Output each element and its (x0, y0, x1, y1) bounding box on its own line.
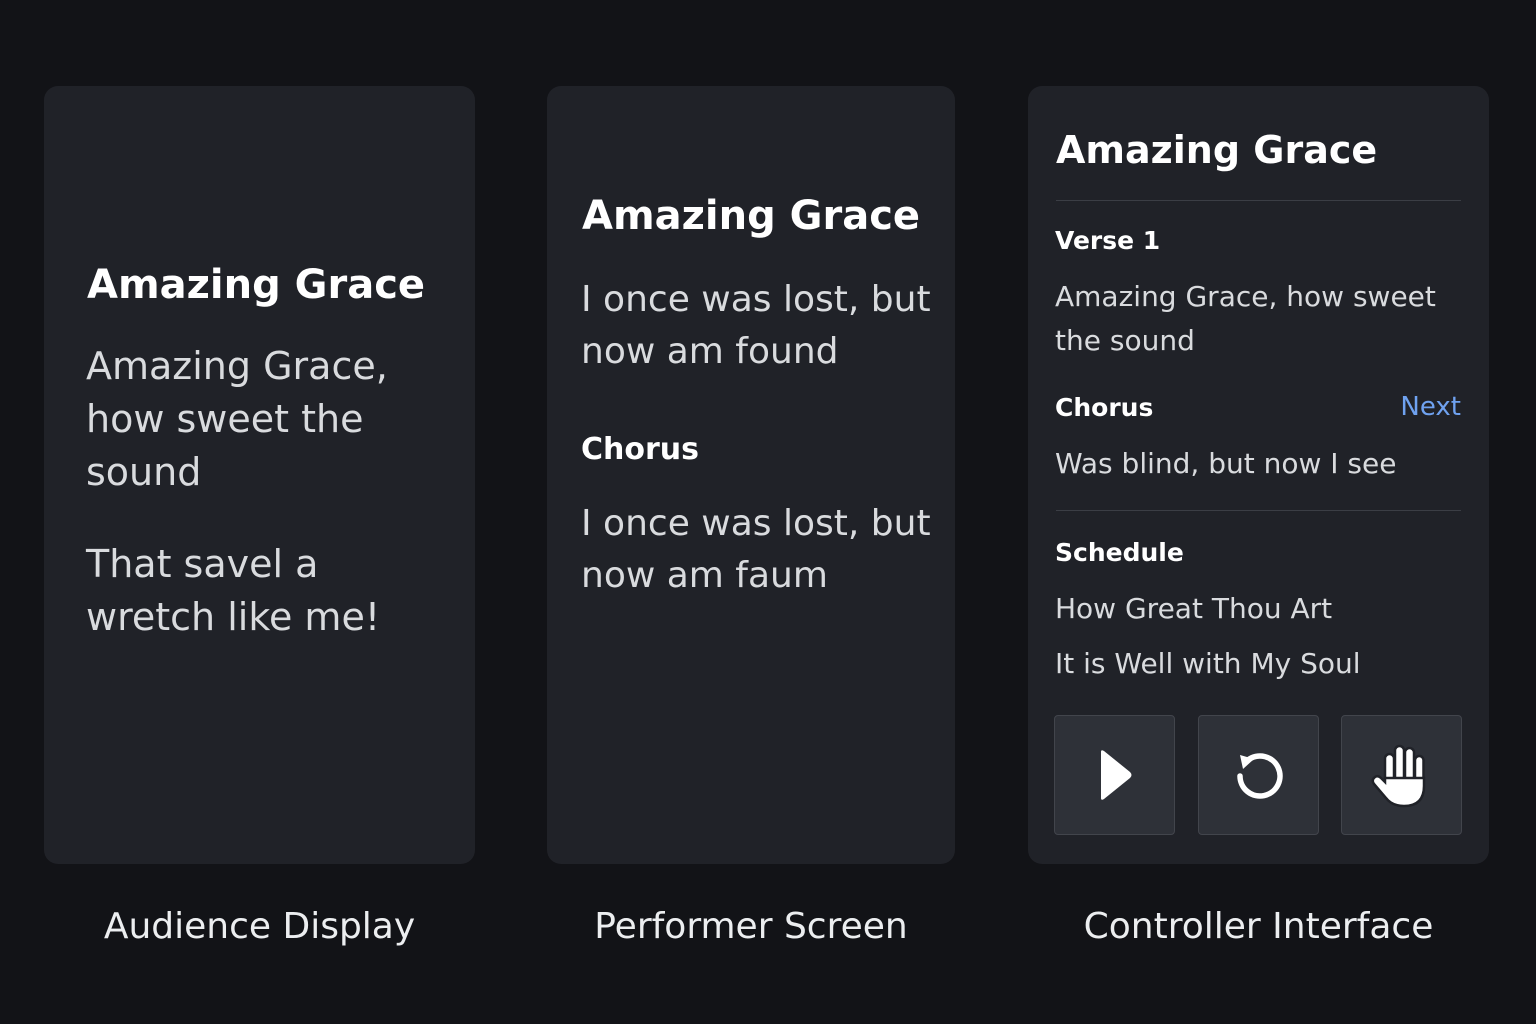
audience-lyric-line: That savel a wretch like me! (86, 542, 381, 639)
performer-screen-panel: Amazing Grace I once was lost, but now a… (547, 86, 955, 864)
chorus-label: Chorus (1055, 393, 1154, 422)
performer-song-title: Amazing Grace (582, 193, 921, 239)
controller-song-title: Amazing Grace (1056, 128, 1378, 172)
play-icon (1100, 750, 1131, 800)
divider (1056, 200, 1461, 201)
audience-lyric-line: Amazing Grace, how sweet the sound (86, 344, 388, 494)
audience-display-panel: Amazing Grace Amazing Grace, how sweet t… (44, 86, 475, 864)
performer-section-label: Chorus (581, 432, 699, 467)
performer-screen-caption: Performer Screen (594, 906, 908, 947)
hand-stop-icon (1370, 744, 1425, 808)
schedule-label: Schedule (1055, 538, 1184, 567)
performer-lyric-line: I once was lost, but now am faum (581, 503, 931, 596)
performer-lyric-line: I once was lost, but now am found (581, 279, 931, 372)
audience-song-title: Amazing Grace (87, 262, 426, 308)
verse-lyric[interactable]: Amazing Grace, how sweet the sound (1055, 275, 1465, 363)
audience-display-caption: Audience Display (103, 906, 416, 947)
stop-hand-button[interactable] (1341, 715, 1462, 835)
schedule-item[interactable]: It is Well with My Soul (1055, 642, 1465, 686)
restart-icon (1236, 753, 1283, 799)
controller-interface-panel: Amazing Grace Verse 1 Amazing Grace, how… (1028, 86, 1489, 864)
restart-button[interactable] (1198, 715, 1319, 835)
divider (1056, 510, 1461, 511)
next-link[interactable]: Next (1400, 392, 1461, 422)
play-button[interactable] (1054, 715, 1175, 835)
verse-label: Verse 1 (1055, 226, 1161, 255)
controller-interface-caption: Controller Interface (1083, 906, 1434, 947)
schedule-item[interactable]: How Great Thou Art (1055, 587, 1465, 631)
chorus-lyric[interactable]: Was blind, but now I see (1055, 442, 1465, 486)
